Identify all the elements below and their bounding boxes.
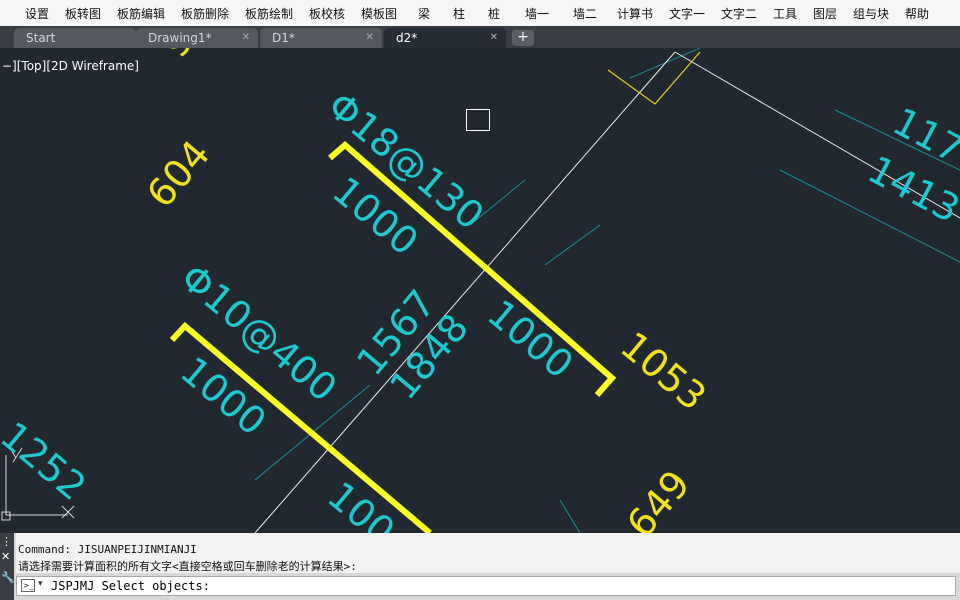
new-tab-button[interactable]: + (512, 30, 534, 46)
menu-item-help[interactable]: 帮助 (905, 5, 929, 22)
command-history-line: Command: JISUANPEIJINMIANJI (18, 543, 197, 556)
close-icon[interactable]: ✕ (1, 550, 10, 563)
close-icon[interactable]: ✕ (366, 28, 374, 48)
tab-start[interactable]: Start (14, 28, 136, 48)
menu-item-tools[interactable]: 工具 (773, 5, 797, 22)
tab-d2[interactable]: d2* ✕ (384, 28, 506, 48)
menu-item-pile[interactable]: 桩 (488, 5, 500, 22)
tab-label: Start (26, 31, 56, 45)
menu-item-layers[interactable]: 图层 (813, 5, 837, 22)
menu-item-rebar-draw[interactable]: 板筋绘制 (245, 5, 293, 22)
menu-bar: 设置 板转图 板筋编辑 板筋删除 板筋绘制 板校核 模板图 梁 柱 桩 墙一 墙… (0, 0, 960, 27)
tab-drawing1[interactable]: Drawing1* ✕ (136, 28, 258, 48)
menu-item-slab-to-drawing[interactable]: 板转图 (65, 5, 101, 22)
pickbox-cursor (466, 109, 490, 131)
settings-icon[interactable]: 🔧 (1, 571, 15, 584)
tab-label: d2* (396, 31, 418, 45)
drawing-canvas[interactable]: Φ18@130 1000 1567 1848 1000 Φ10@400 1000… (0, 48, 960, 533)
dimension-label: 604 (138, 132, 218, 216)
command-window: ⋮ ✕ 🔧 Command: JISUANPEIJINMIANJI 请选择需要计… (0, 533, 960, 600)
tab-label: D1* (272, 31, 295, 45)
command-window-handle[interactable]: ⋮ ✕ 🔧 (0, 533, 15, 600)
menu-item-beam[interactable]: 梁 (418, 5, 430, 22)
dimension-label: 1252 (0, 413, 95, 509)
command-input[interactable]: >_ ▾ JSPJMJ Select objects: (16, 576, 956, 596)
menu-item-template[interactable]: 模板图 (361, 5, 397, 22)
menu-item-column[interactable]: 柱 (453, 5, 465, 22)
command-prompt-icon[interactable]: >_ (21, 579, 35, 592)
menu-item-slab-check[interactable]: 板校核 (309, 5, 345, 22)
command-prompt-text: JSPJMJ Select objects: (51, 579, 210, 593)
menu-item-text-two[interactable]: 文字二 (721, 5, 757, 22)
file-tab-bar: Start Drawing1* ✕ D1* ✕ d2* ✕ (0, 26, 960, 48)
tab-label: Drawing1* (148, 31, 212, 45)
dimension-label: 649 (618, 462, 698, 533)
close-icon[interactable]: ✕ (490, 28, 498, 48)
dimension-line (559, 499, 581, 533)
close-icon[interactable]: ✕ (242, 28, 250, 48)
chevron-down-icon[interactable]: ▾ (38, 579, 43, 589)
menu-item-wall-one[interactable]: 墙一 (525, 5, 549, 22)
menu-item-settings[interactable]: 设置 (25, 5, 49, 22)
dimension-label: 91 (153, 48, 218, 66)
grip-icon: ⋮ (1, 535, 12, 548)
viewport-controls-label[interactable]: −][Top][2D Wireframe] (2, 59, 139, 73)
command-history: Command: JISUANPEIJINMIANJI 请选择需要计算面积的所有… (16, 533, 960, 573)
menu-item-calc-book[interactable]: 计算书 (617, 5, 653, 22)
menu-item-group-block[interactable]: 组与块 (853, 5, 889, 22)
rebar-length-label: 1000 (172, 348, 274, 444)
menu-item-rebar-delete[interactable]: 板筋删除 (181, 5, 229, 22)
menu-item-wall-two[interactable]: 墙二 (573, 5, 597, 22)
command-history-line: 请选择需要计算面积的所有文字<直接空格或回车删除老的计算结果>: (18, 560, 357, 573)
menu-item-rebar-edit[interactable]: 板筋编辑 (117, 5, 165, 22)
slab-edge-line (254, 51, 676, 533)
dimension-label: 1053 (612, 323, 714, 419)
menu-item-text-one[interactable]: 文字一 (669, 5, 705, 22)
tab-d1[interactable]: D1* ✕ (260, 28, 382, 48)
dimension-line (544, 224, 601, 266)
column-outline (607, 51, 701, 105)
